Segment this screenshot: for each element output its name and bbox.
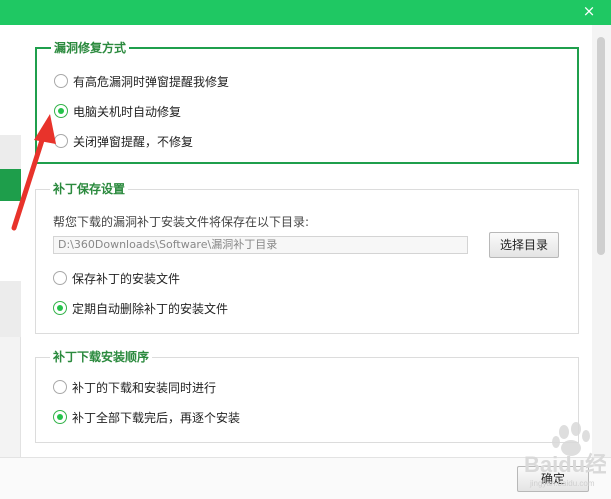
sidebar-item[interactable] [0, 281, 21, 337]
sidebar-item[interactable] [0, 201, 21, 281]
settings-panel: 漏洞修复方式 有高危漏洞时弹窗提醒我修复 电脑关机时自动修复 关闭弹窗提醒，不修… [22, 25, 592, 457]
watermark-text: Baidu经验 [524, 452, 606, 477]
radio-checked-icon[interactable] [53, 410, 67, 424]
vertical-scrollbar[interactable] [592, 25, 611, 457]
install-order-option-sequential[interactable]: 补丁全部下载完后，再逐个安装 [53, 408, 240, 426]
fix-mode-title: 漏洞修复方式 [51, 40, 130, 56]
sidebar-item[interactable] [0, 135, 21, 169]
install-order-option-concurrent[interactable]: 补丁的下载和安装同时进行 [53, 378, 216, 396]
radio-unchecked-icon[interactable] [54, 134, 68, 148]
radio-label: 补丁的下载和安装同时进行 [72, 380, 217, 395]
patch-save-description: 帮您下载的漏洞补丁安装文件将保存在以下目录: [53, 215, 310, 229]
sidebar-item-selected[interactable] [0, 169, 21, 201]
radio-label: 保存补丁的安装文件 [72, 271, 181, 286]
fix-mode-option-popup[interactable]: 有高危漏洞时弹窗提醒我修复 [54, 72, 229, 90]
patch-save-title: 补丁保存设置 [50, 181, 129, 197]
radio-label: 关闭弹窗提醒，不修复 [73, 134, 194, 149]
sidebar-item[interactable] [0, 25, 21, 135]
radio-label: 补丁全部下载完后，再逐个安装 [72, 410, 241, 425]
radio-unchecked-icon[interactable] [53, 380, 67, 394]
fix-mode-option-off[interactable]: 关闭弹窗提醒，不修复 [54, 132, 193, 150]
sidebar [0, 25, 21, 457]
close-icon[interactable]: × [581, 3, 597, 19]
watermark-subtext: jingyan.baidu.com [529, 479, 595, 488]
radio-checked-icon[interactable] [54, 104, 68, 118]
radio-unchecked-icon[interactable] [53, 271, 67, 285]
fix-mode-option-shutdown[interactable]: 电脑关机时自动修复 [54, 102, 181, 120]
patch-save-option-keep[interactable]: 保存补丁的安装文件 [53, 269, 180, 287]
radio-label: 电脑关机时自动修复 [73, 104, 182, 119]
install-order-title: 补丁下载安装顺序 [50, 349, 153, 365]
radio-label: 有高危漏洞时弹窗提醒我修复 [73, 74, 230, 89]
patch-save-option-autodelete[interactable]: 定期自动删除补丁的安装文件 [53, 299, 228, 317]
fix-mode-group: 漏洞修复方式 有高危漏洞时弹窗提醒我修复 电脑关机时自动修复 关闭弹窗提醒，不修… [35, 40, 579, 164]
radio-unchecked-icon[interactable] [54, 74, 68, 88]
baidu-watermark-logo: Baidu经验 jingyan.baidu.com [524, 422, 606, 488]
radio-checked-icon[interactable] [53, 301, 67, 315]
title-bar: × [0, 0, 611, 25]
choose-directory-button[interactable]: 选择目录 [489, 232, 559, 258]
save-path-field[interactable]: D:\360Downloads\Software\漏洞补丁目录 [53, 236, 468, 254]
patch-save-group: 补丁保存设置 帮您下载的漏洞补丁安装文件将保存在以下目录: D:\360Down… [35, 181, 579, 334]
scrollbar-thumb[interactable] [597, 37, 605, 255]
radio-label: 定期自动删除补丁的安装文件 [72, 301, 229, 316]
